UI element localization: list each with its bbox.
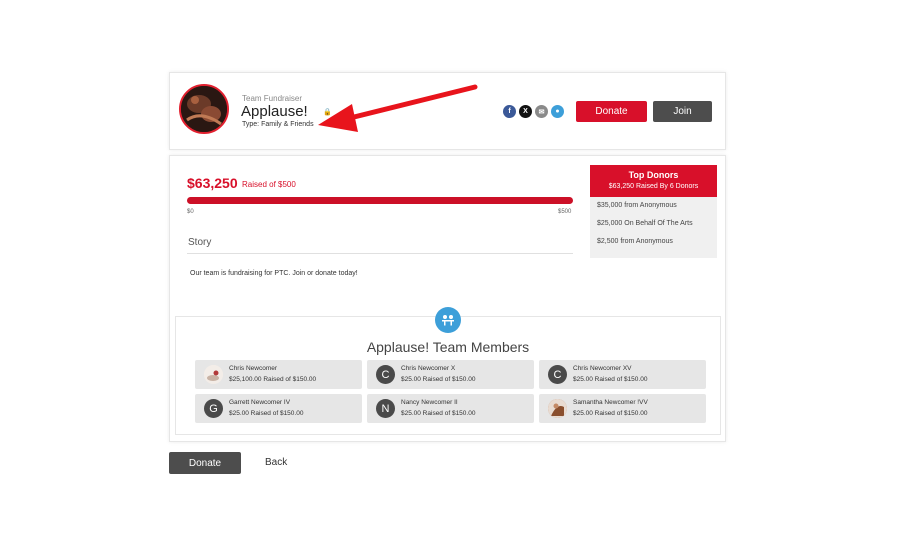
member-card[interactable]: C Chris Newcomer X $25.00 Raised of $150… xyxy=(367,360,534,389)
donate-button[interactable]: Donate xyxy=(576,101,647,122)
member-avatar: N xyxy=(376,399,395,418)
member-amount: $25.00 Raised of $150.00 xyxy=(573,376,648,383)
story-heading: Story xyxy=(188,237,212,248)
chat-icon[interactable]: ● xyxy=(551,105,564,118)
team-members-icon xyxy=(435,307,461,333)
top-donors-title: Top Donors xyxy=(628,170,679,180)
email-icon[interactable]: ✉ xyxy=(535,105,548,118)
top-donors-summary: $63,250 Raised By 6 Donors xyxy=(608,183,699,190)
member-name: Garrett Newcomer IV xyxy=(229,399,291,406)
team-category: Type: Family & Friends xyxy=(242,121,314,128)
progress-bar-fill xyxy=(187,197,573,204)
raised-amount: $63,250 xyxy=(187,175,238,191)
member-card[interactable]: Chris Newcomer $25,100.00 Raised of $150… xyxy=(195,360,362,389)
progress-max-label: $500 xyxy=(558,209,572,215)
member-card[interactable]: G Garrett Newcomer IV $25.00 Raised of $… xyxy=(195,394,362,423)
team-header: Team Fundraiser Applause! Type: Family &… xyxy=(169,72,726,150)
story-divider xyxy=(187,253,573,254)
facebook-icon[interactable]: f xyxy=(503,105,516,118)
member-avatar: G xyxy=(204,399,223,418)
member-card[interactable]: C Chris Newcomer XV $25.00 Raised of $15… xyxy=(539,360,706,389)
member-card[interactable]: N Nancy Newcomer II $25.00 Raised of $15… xyxy=(367,394,534,423)
donor-item: $25,000 On Behalf Of The Arts xyxy=(597,220,693,227)
progress-bar xyxy=(187,197,573,204)
donor-item: $2,500 from Anonymous xyxy=(597,238,673,245)
fundraiser-main: $63,250 Raised of $500 $0 $500 Story Our… xyxy=(169,155,726,442)
team-avatar xyxy=(179,84,229,134)
member-amount: $25.00 Raised of $150.00 xyxy=(573,410,648,417)
team-members-grid: Chris Newcomer $25,100.00 Raised of $150… xyxy=(195,360,706,423)
team-type-label: Team Fundraiser xyxy=(242,94,303,103)
back-link[interactable]: Back xyxy=(265,457,287,468)
member-name: Samantha Newcomer !VV xyxy=(573,399,648,406)
member-name: Chris Newcomer xyxy=(229,365,278,372)
x-icon[interactable]: X xyxy=(519,105,532,118)
join-button[interactable]: Join xyxy=(653,101,712,122)
member-card[interactable]: Samantha Newcomer !VV $25.00 Raised of $… xyxy=(539,394,706,423)
share-buttons: f X ✉ ● xyxy=(503,105,564,118)
top-donors-panel: Top Donors $63,250 Raised By 6 Donors $3… xyxy=(590,165,717,258)
member-avatar: C xyxy=(376,365,395,384)
member-name: Chris Newcomer X xyxy=(401,365,456,372)
member-avatar: C xyxy=(548,365,567,384)
member-amount: $25.00 Raised of $150.00 xyxy=(401,410,476,417)
story-text: Our team is fundraising for PTC. Join or… xyxy=(190,270,358,277)
member-avatar xyxy=(204,365,223,384)
team-name: Applause! xyxy=(241,103,308,120)
member-amount: $25,100.00 Raised of $150.00 xyxy=(229,376,317,383)
top-donors-header: Top Donors $63,250 Raised By 6 Donors xyxy=(590,165,717,197)
team-members-card: Applause! Team Members Chris Newcomer $2… xyxy=(175,316,721,435)
footer-donate-button[interactable]: Donate xyxy=(169,452,241,474)
member-avatar xyxy=(548,399,567,418)
team-members-title: Applause! Team Members xyxy=(366,339,530,355)
lock-icon: 🔒 xyxy=(323,109,332,116)
member-amount: $25.00 Raised of $150.00 xyxy=(229,410,304,417)
member-name: Nancy Newcomer II xyxy=(401,399,458,406)
member-name: Chris Newcomer XV xyxy=(573,365,632,372)
goal-text: Raised of $500 xyxy=(242,180,296,189)
progress-min-label: $0 xyxy=(187,209,194,215)
member-amount: $25.00 Raised of $150.00 xyxy=(401,376,476,383)
donor-item: $35,000 from Anonymous xyxy=(597,202,677,209)
